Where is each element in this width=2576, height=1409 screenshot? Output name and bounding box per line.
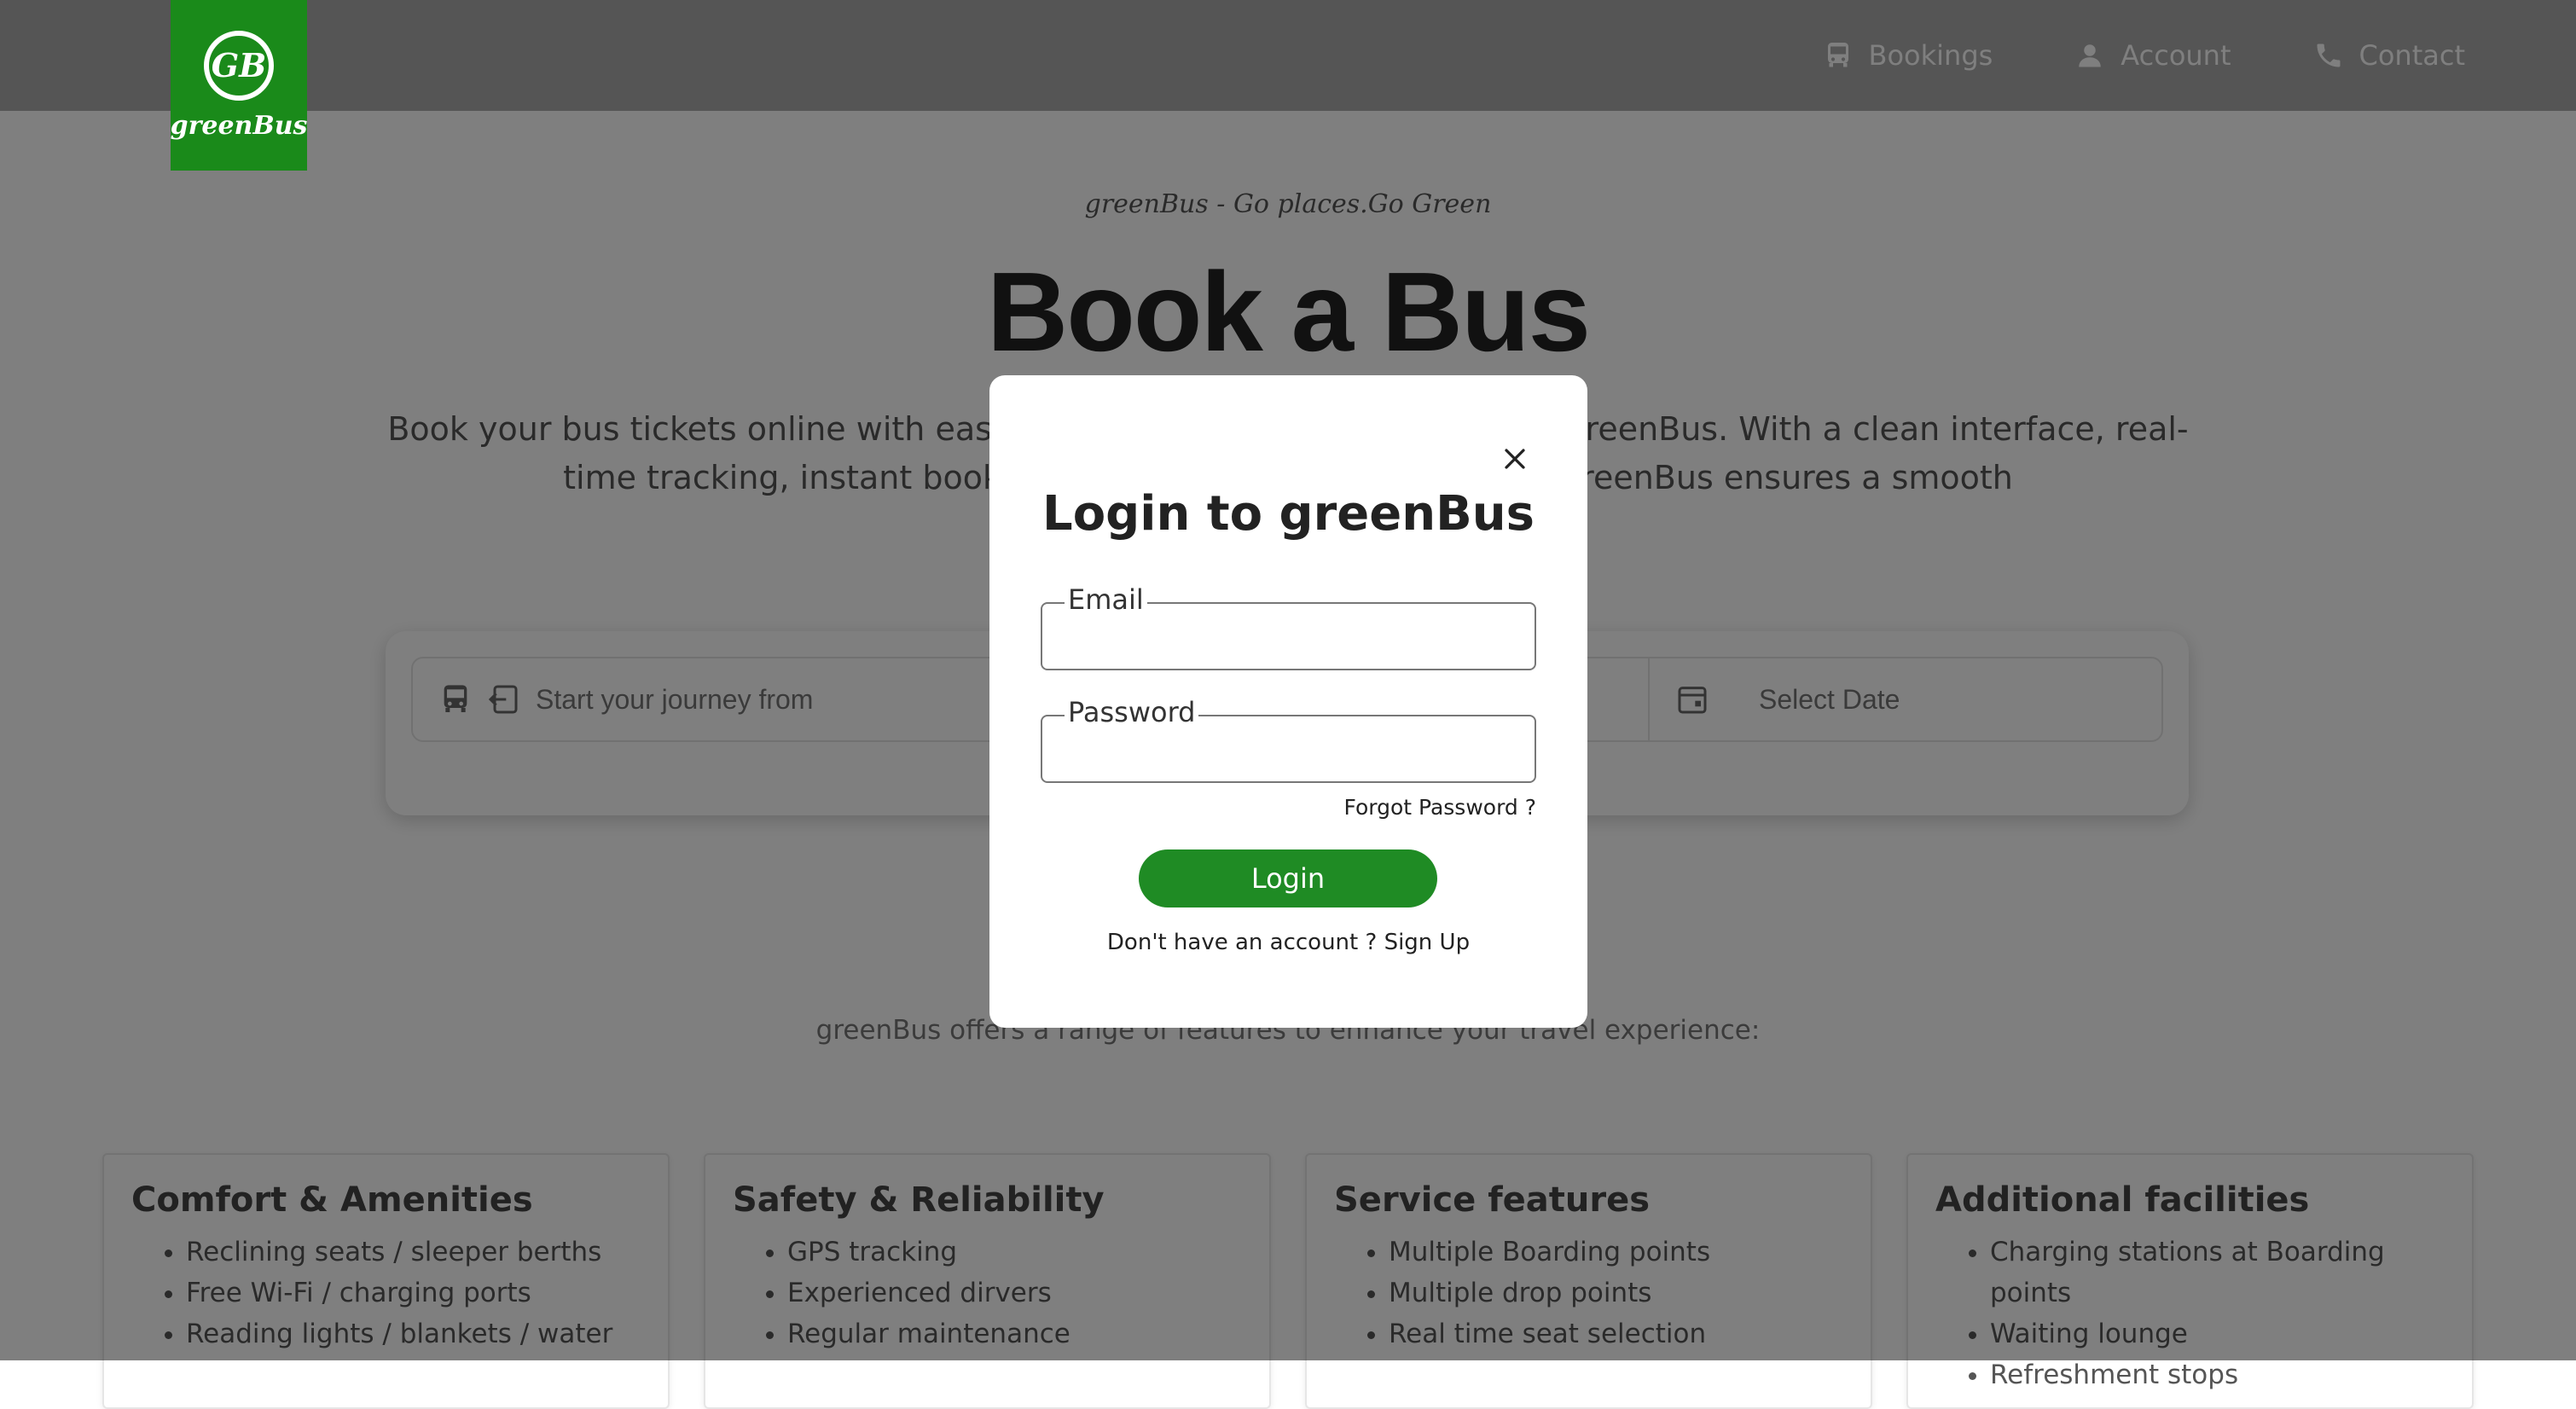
login-button[interactable]: Login: [1139, 849, 1437, 907]
page: Bookings Account Contact GB greenBus gre…: [0, 0, 2576, 1409]
email-fieldset: Email: [1041, 583, 1536, 670]
modal-title: Login to greenBus: [1042, 486, 1535, 542]
email-field[interactable]: [1054, 618, 1523, 658]
brand-logo[interactable]: GB greenBus: [171, 0, 307, 171]
close-button[interactable]: [1498, 442, 1532, 476]
email-label: Email: [1065, 583, 1147, 616]
list-item: Refreshment stops: [1990, 1354, 2445, 1395]
signup-prompt: Don't have an account ?: [1106, 930, 1378, 955]
logo-mark: GB: [204, 30, 274, 101]
password-label: Password: [1065, 696, 1199, 728]
signup-link[interactable]: Sign Up: [1384, 930, 1471, 955]
signup-line: Don't have an account ? Sign Up: [989, 930, 1587, 955]
password-fieldset: Password: [1041, 696, 1536, 783]
logo-text: greenBus: [170, 110, 308, 141]
close-icon: [1505, 449, 1525, 469]
password-field[interactable]: [1054, 730, 1523, 771]
forgot-password-link[interactable]: Forgot Password ?: [1343, 795, 1536, 820]
login-modal: Login to greenBus Email Password Forgot …: [989, 375, 1587, 1028]
